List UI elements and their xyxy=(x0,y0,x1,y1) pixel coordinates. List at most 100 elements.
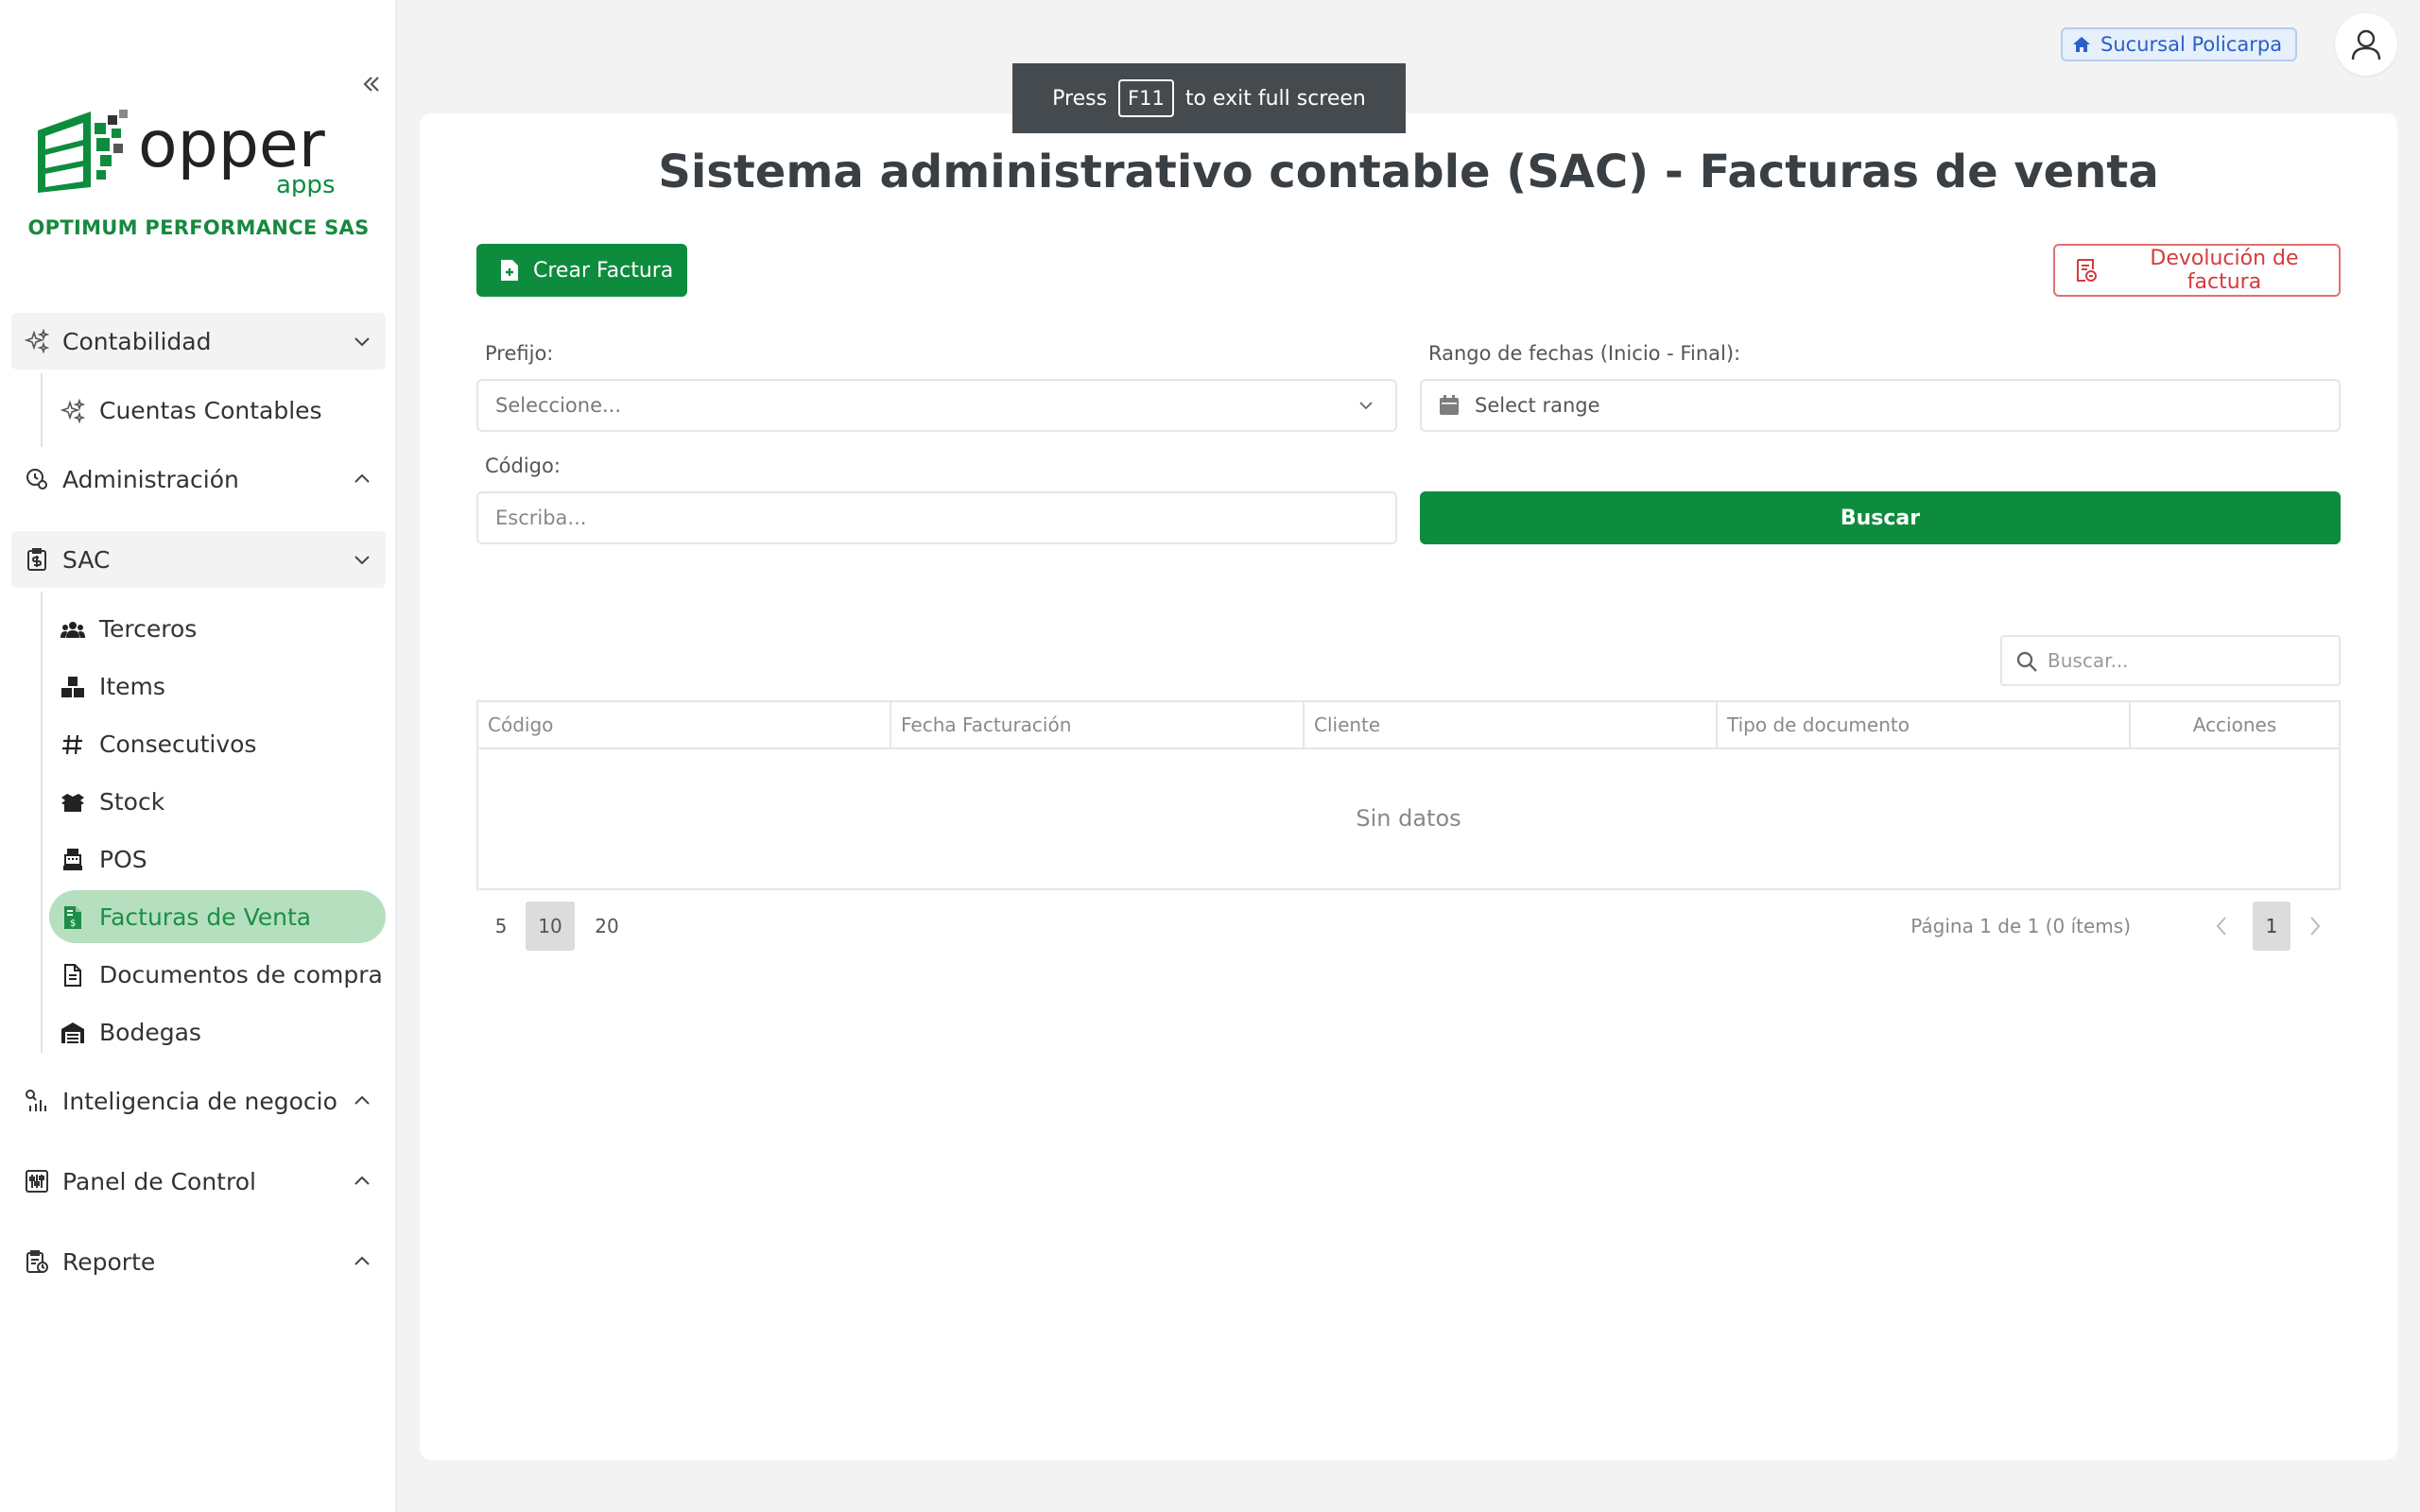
menu-group-label: Administración xyxy=(62,465,239,493)
sidebar-item-label: Facturas de Venta xyxy=(99,903,312,931)
branch-badge[interactable]: Sucursal Policarpa xyxy=(2061,27,2298,61)
sidebar-item-bodegas[interactable]: Bodegas xyxy=(49,1005,386,1058)
table-header: Código Fecha Facturación Cliente Tipo de… xyxy=(476,700,2341,749)
code-field-wrapper xyxy=(476,491,1397,544)
chevron-up-icon xyxy=(354,473,370,483)
invoice-return-label: Devolución de factura xyxy=(2150,247,2299,294)
code-input[interactable] xyxy=(495,507,1395,529)
sidebar-item-consecutivos[interactable]: Consecutivos xyxy=(49,717,386,770)
menu-group-contabilidad[interactable]: Contabilidad xyxy=(11,313,386,369)
sidebar-item-stock[interactable]: Stock xyxy=(49,775,386,828)
table-empty-state: Sin datos xyxy=(476,747,2341,890)
invoice-return-button[interactable]: Devolución de factura xyxy=(2053,244,2341,297)
column-header-acciones: Acciones xyxy=(2192,713,2277,736)
calendar-icon xyxy=(1440,395,1459,415)
sidebar-item-documentos-de-compra[interactable]: Documentos de compra xyxy=(49,948,386,1001)
sidebar-item-items[interactable]: Items xyxy=(49,660,386,713)
user-icon xyxy=(2351,29,2381,60)
sidebar-item-cuentas-contables[interactable]: Cuentas Contables xyxy=(49,384,386,437)
sidebar-item-label: POS xyxy=(99,846,147,873)
page-size-5[interactable]: 5 xyxy=(476,902,526,951)
search-icon xyxy=(2016,651,2037,672)
empty-message: Sin datos xyxy=(1356,804,1461,832)
sparkles-icon xyxy=(25,329,49,353)
warehouse-icon xyxy=(61,1022,84,1043)
hash-icon xyxy=(62,734,82,755)
menu-group-label: Panel de Control xyxy=(62,1167,256,1195)
date-range-picker[interactable]: Select range xyxy=(1420,379,2341,432)
svg-text:apps: apps xyxy=(276,171,336,197)
create-invoice-label: Crear Factura xyxy=(533,258,674,283)
next-page-button[interactable] xyxy=(2296,902,2334,951)
menu-group-label: SAC xyxy=(62,545,111,574)
avatar[interactable] xyxy=(2335,13,2397,76)
fullscreen-toast: Press F11 to exit full screen xyxy=(1012,63,1406,133)
open-box-icon xyxy=(61,794,84,812)
sidebar-item-label: Stock xyxy=(99,788,165,816)
menu-group-inteligencia-de-negocio[interactable]: Inteligencia de negocio xyxy=(11,1073,386,1129)
branch-name: Sucursal Policarpa xyxy=(2100,33,2283,56)
column-header-tipo-de-documento[interactable]: Tipo de documento xyxy=(1718,702,2131,747)
company-name: OPTIMUM PERFORMANCE SAS xyxy=(27,216,370,239)
chevron-up-icon xyxy=(354,1256,370,1265)
page-size-10[interactable]: 10 xyxy=(526,902,575,951)
column-header-codigo[interactable]: Código xyxy=(478,702,891,747)
menu-group-label: Inteligencia de negocio xyxy=(62,1087,337,1115)
date-range-label: Rango de fechas (Inicio - Final): xyxy=(1428,342,1741,365)
sidebar-item-facturas-de-venta[interactable]: $ Facturas de Venta xyxy=(49,890,386,943)
column-header-cliente[interactable]: Cliente xyxy=(1305,702,1718,747)
chevron-down-icon xyxy=(1359,402,1373,410)
boxes-icon xyxy=(61,677,84,697)
chevron-right-icon xyxy=(2310,917,2321,936)
sliders-icon xyxy=(26,1170,48,1193)
sidebar: opper apps OPTIMUM PERFORMANCE SAS Conta… xyxy=(0,0,397,1512)
sidebar-item-pos[interactable]: POS xyxy=(49,833,386,885)
people-icon xyxy=(60,622,85,638)
svg-text:$: $ xyxy=(70,919,76,929)
report-clipboard-icon xyxy=(26,1250,48,1273)
page-info: Página 1 de 1 (0 ítems) xyxy=(1910,915,2131,937)
sidebar-item-label: Consecutivos xyxy=(99,730,257,758)
shield-gear-icon xyxy=(26,469,47,490)
collapse-sidebar-icon[interactable] xyxy=(357,68,386,100)
chevron-down-icon xyxy=(354,556,370,565)
sidebar-item-label: Bodegas xyxy=(99,1019,201,1046)
prev-page-button[interactable] xyxy=(2203,902,2240,951)
clipboard-dollar-icon xyxy=(27,548,46,571)
page-title: Sistema administrativo contable (SAC) - … xyxy=(658,146,2159,198)
toast-text-post: to exit full screen xyxy=(1184,86,1366,111)
invoice-dollar-icon: $ xyxy=(64,906,81,929)
page-number-button[interactable]: 1 xyxy=(2253,902,2290,951)
sidebar-item-terceros[interactable]: Terceros xyxy=(49,602,386,655)
file-plus-icon xyxy=(501,260,518,281)
column-header-fecha-facturacion[interactable]: Fecha Facturación xyxy=(891,702,1305,747)
main-card: Sistema administrativo contable (SAC) - … xyxy=(420,113,2397,1460)
sidebar-item-label: Documentos de compra xyxy=(99,961,383,988)
chevron-left-icon xyxy=(2216,917,2226,936)
submenu-guide-line xyxy=(41,592,43,1053)
table-search-input[interactable] xyxy=(2048,649,2339,672)
chevron-up-icon xyxy=(354,1095,370,1105)
sidebar-item-label: Terceros xyxy=(99,615,198,643)
opper-apps-logo: opper apps xyxy=(34,106,365,199)
create-invoice-button[interactable]: Crear Factura xyxy=(476,244,687,297)
prefix-select[interactable]: Seleccione... xyxy=(476,379,1397,432)
chevron-up-icon xyxy=(354,1176,370,1185)
search-button[interactable]: Buscar xyxy=(1420,491,2341,544)
prefix-label: Prefijo: xyxy=(485,342,554,365)
menu-group-sac[interactable]: SAC xyxy=(11,531,386,588)
code-label: Código: xyxy=(485,455,561,477)
menu-group-reporte[interactable]: Reporte xyxy=(11,1233,386,1290)
sidebar-item-label: Cuentas Contables xyxy=(99,397,322,424)
toast-key: F11 xyxy=(1118,79,1174,117)
cash-register-icon xyxy=(63,849,82,870)
sidebar-item-label: Items xyxy=(99,673,165,700)
menu-group-panel-de-control[interactable]: Panel de Control xyxy=(11,1153,386,1210)
submenu-guide-line xyxy=(41,373,43,447)
home-icon xyxy=(2073,37,2090,52)
toast-text-pre: Press xyxy=(1052,86,1108,111)
page-size-20[interactable]: 20 xyxy=(582,902,631,951)
table-search-box xyxy=(2000,635,2341,686)
document-return-icon xyxy=(2076,259,2097,282)
menu-group-administracion[interactable]: Administración xyxy=(11,451,386,507)
